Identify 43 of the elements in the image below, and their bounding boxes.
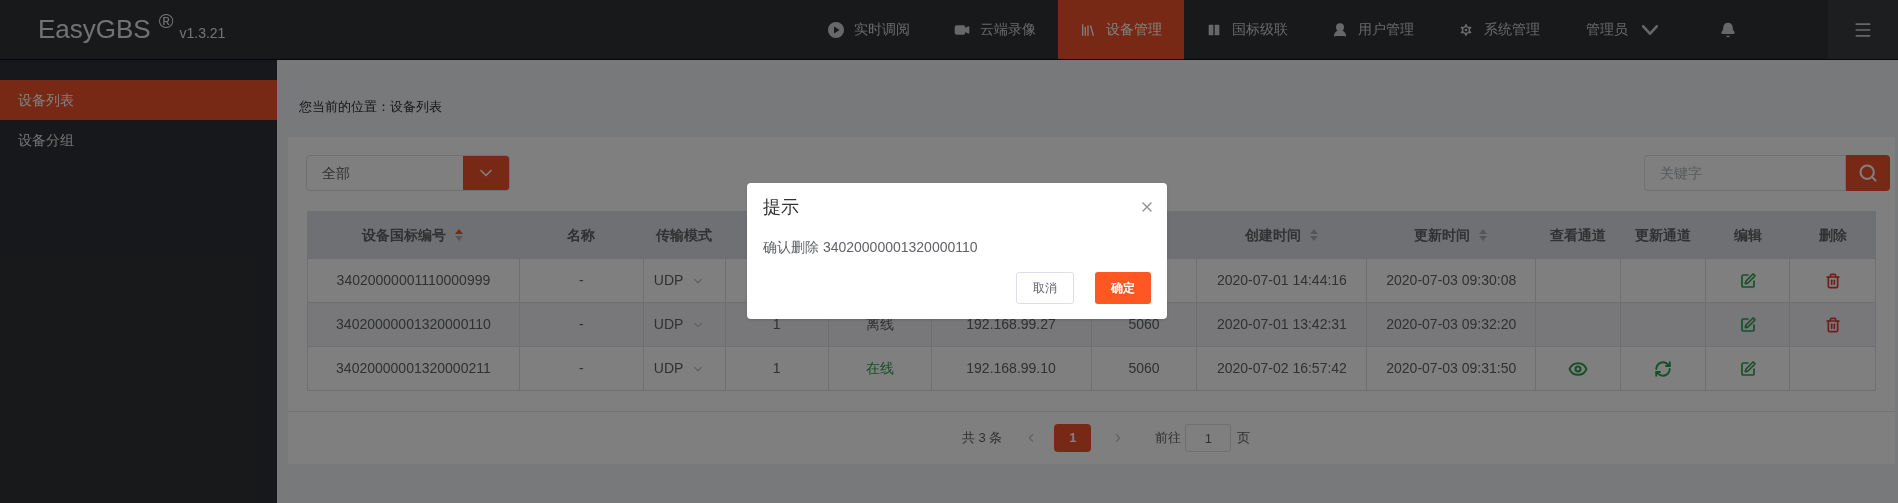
- nav-tab[interactable]: 云端录像: [932, 0, 1058, 59]
- table-cell: 5060: [1091, 347, 1198, 391]
- column-header: 传输模式: [656, 225, 713, 245]
- dialog-title: 提示: [763, 195, 799, 219]
- total-count: 共 3 条: [962, 429, 1003, 448]
- dialog-message: 确认删除 34020000001320000110: [763, 238, 979, 257]
- page-suffix: 页: [1237, 429, 1251, 448]
- page-input[interactable]: 1: [1185, 424, 1232, 452]
- table-cell: 2020-07-02 16:57:42: [1197, 347, 1368, 391]
- transport-select[interactable]: UDP: [653, 358, 706, 379]
- column-header: 编辑: [1733, 225, 1762, 245]
- column-header: 名称: [567, 225, 596, 245]
- column-header: 更新时间: [1414, 225, 1471, 245]
- account-menu[interactable]: 管理员: [1586, 19, 1658, 40]
- nav-tab[interactable]: 国标级联: [1184, 0, 1310, 59]
- column-header: 设备国标编号: [362, 225, 447, 245]
- logo: EasyGBS: [38, 13, 151, 46]
- nav-tab[interactable]: 用户管理: [1310, 0, 1436, 59]
- table-cell: -: [519, 347, 644, 391]
- column-header: 创建时间: [1244, 225, 1301, 245]
- sidebar-item[interactable]: 设备列表: [0, 80, 277, 120]
- goto-label: 前往: [1155, 429, 1182, 448]
- breadcrumb: 您当前的位置：设备列表: [299, 98, 443, 116]
- column-header: 查看通道: [1550, 225, 1607, 245]
- table-cell: 192.168.99.10: [931, 347, 1092, 391]
- column-header: 删除: [1818, 225, 1847, 245]
- nav-tab[interactable]: 设备管理: [1058, 0, 1184, 59]
- confirm-button[interactable]: 确定: [1095, 272, 1151, 304]
- sidebar-item[interactable]: 设备分组: [0, 120, 277, 160]
- nav-tab[interactable]: 系统管理: [1436, 0, 1562, 59]
- transport-select[interactable]: UDP: [653, 314, 706, 335]
- registered-mark: ®: [158, 9, 174, 34]
- table-cell: 2020-07-03 09:31:50: [1367, 347, 1537, 391]
- column-header: 更新通道: [1635, 225, 1692, 245]
- table-cell: 1: [725, 347, 829, 391]
- filter-select[interactable]: 全部: [306, 155, 510, 191]
- cancel-button[interactable]: 取消: [1016, 272, 1074, 304]
- transport-select[interactable]: UDP: [653, 270, 706, 291]
- table-cell: 34020000001320000211: [308, 347, 520, 391]
- nav-tab[interactable]: 实时调阅: [806, 0, 932, 59]
- page-button[interactable]: 1: [1054, 424, 1092, 452]
- status-label: 在线: [865, 359, 894, 378]
- version-label: v1.3.21: [179, 24, 226, 43]
